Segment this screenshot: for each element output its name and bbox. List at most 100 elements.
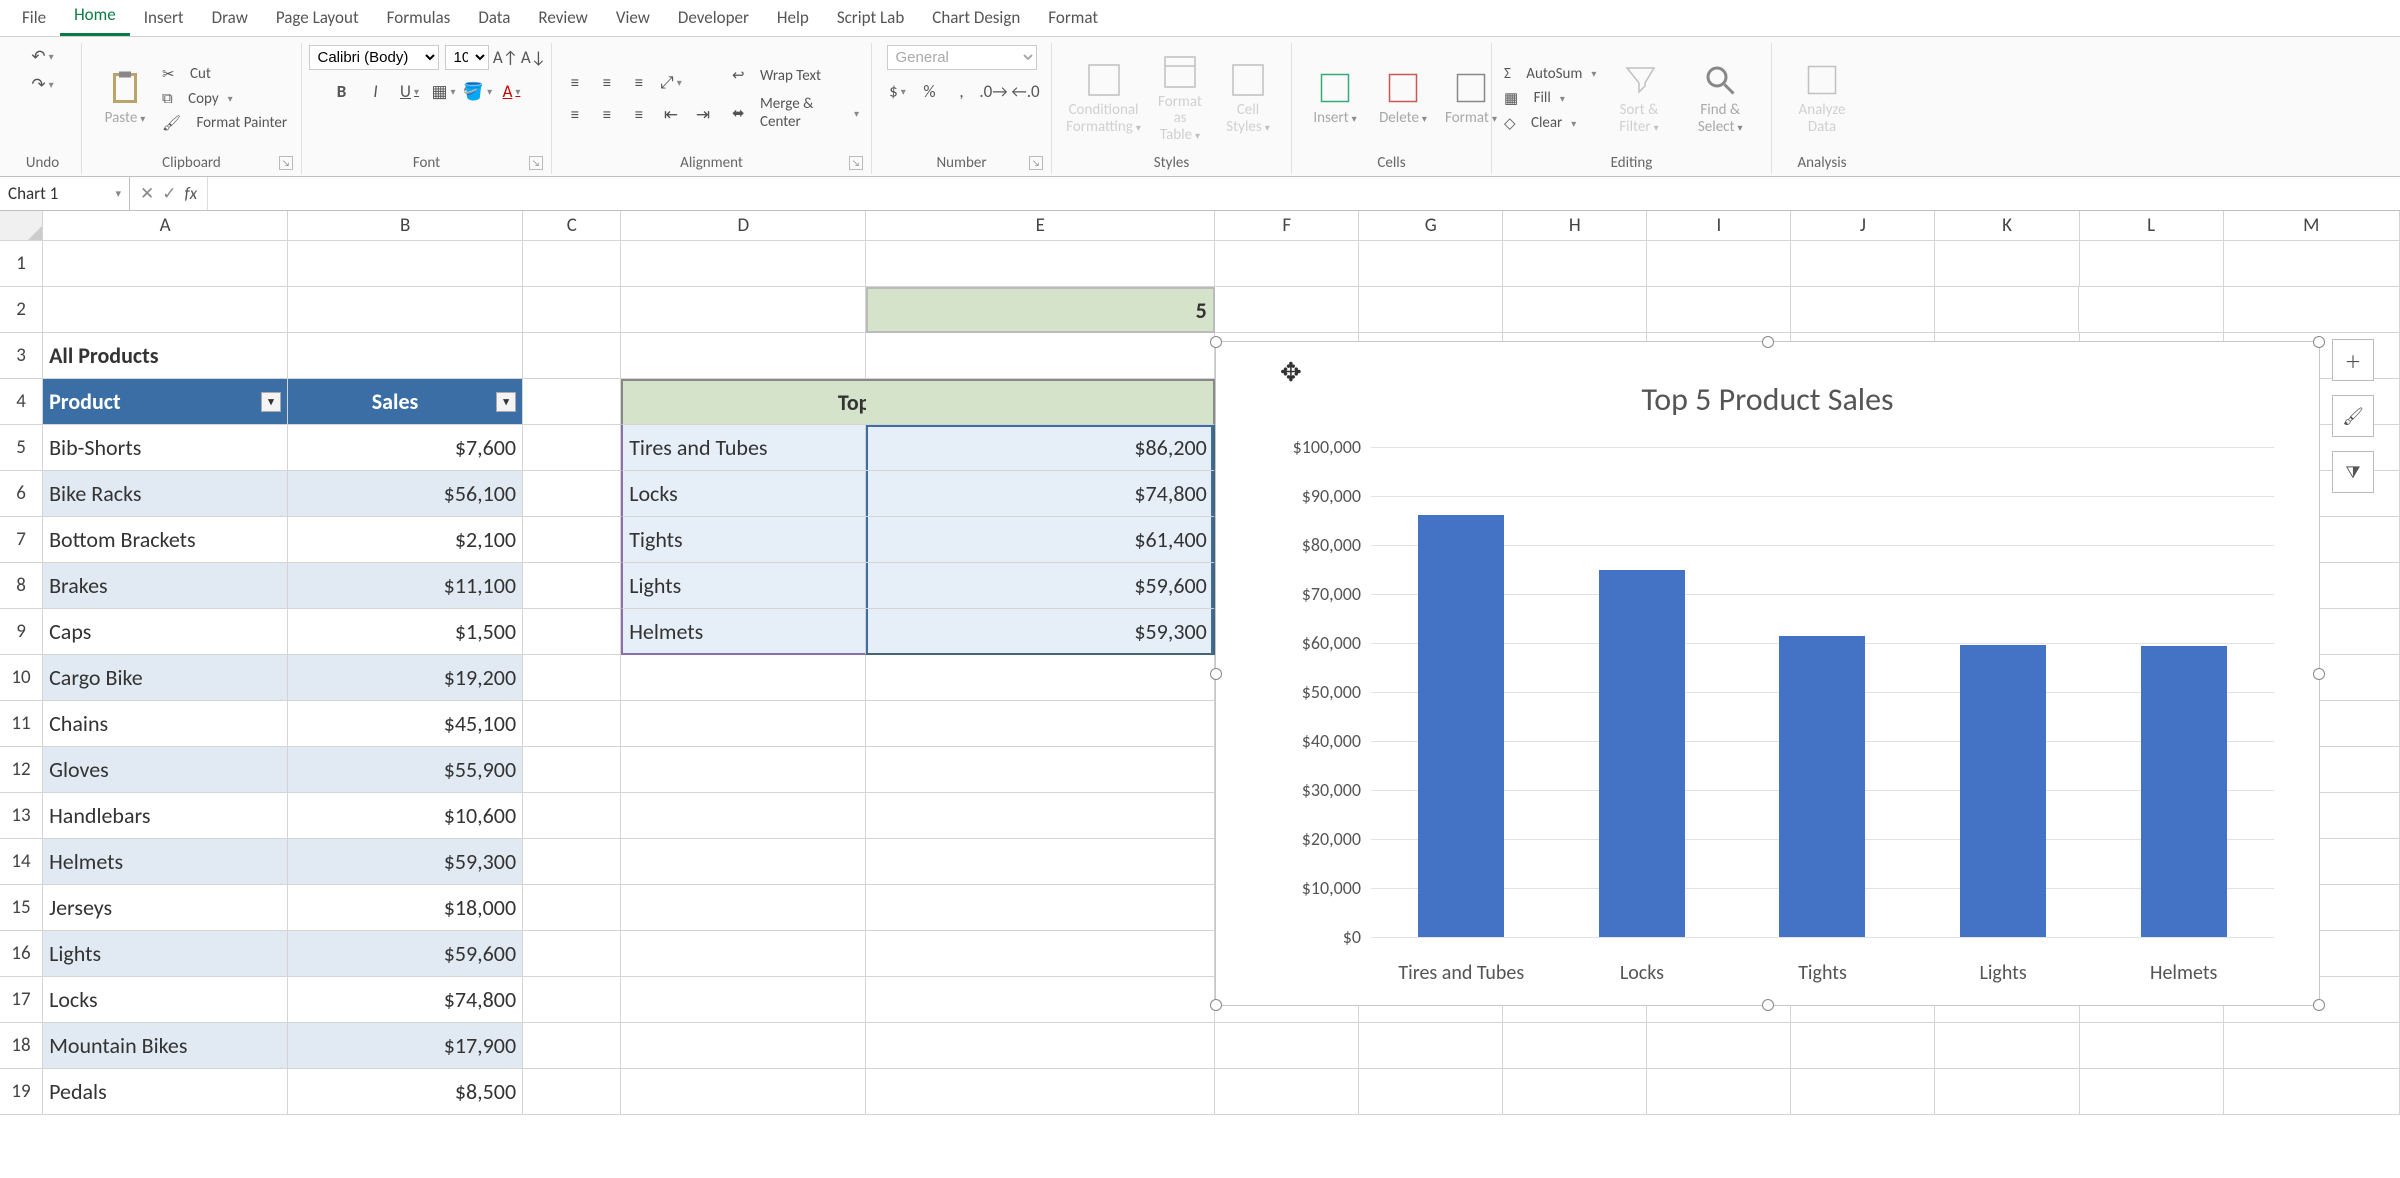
cell[interactable] [621,885,866,931]
row-header[interactable]: 18 [0,1023,43,1069]
indent-icon[interactable]: ⇥ [692,104,714,126]
outdent-icon[interactable]: ⇤ [660,104,682,126]
cell[interactable] [523,517,621,563]
cell[interactable] [621,931,866,977]
cell[interactable] [2224,1023,2400,1069]
cell[interactable] [523,1069,621,1115]
tab-view[interactable]: View [602,0,664,36]
cell[interactable]: $45,100 [288,701,523,747]
col-header-A[interactable]: A [43,211,288,241]
cell[interactable] [2080,1023,2224,1069]
tab-file[interactable]: File [8,0,60,36]
col-header-F[interactable]: F [1215,211,1359,241]
cell[interactable]: $61,400 [866,517,1215,563]
chart-handle-bl[interactable] [1210,999,1222,1011]
chart-filter-button[interactable]: ⧩ [2332,451,2374,493]
cell[interactable] [1935,1023,2079,1069]
cell[interactable] [621,977,866,1023]
row-header[interactable]: 7 [0,517,43,563]
cell[interactable]: Sales▾ [288,379,523,425]
cell[interactable] [1503,1069,1647,1115]
align-middle-icon[interactable]: ≡ [596,72,618,94]
cell[interactable]: Product▾ [43,379,288,425]
increase-font-icon[interactable]: A↑ [495,47,517,69]
cell[interactable] [621,333,866,379]
cell[interactable] [866,1069,1215,1115]
cell[interactable] [523,977,621,1023]
cell[interactable] [1791,287,1935,333]
cell[interactable]: $59,600 [288,931,523,977]
cell[interactable]: Lights [43,931,288,977]
cell[interactable]: $74,800 [288,977,523,1023]
increase-decimal-icon[interactable]: .0→ [983,80,1005,102]
cell[interactable]: $7,600 [288,425,523,471]
cell[interactable]: Handlebars [43,793,288,839]
fill-color-button[interactable]: 🪣 [467,80,489,102]
cell[interactable] [288,241,523,287]
row-header[interactable]: 2 [0,287,43,333]
col-header-G[interactable]: G [1359,211,1503,241]
fx-icon[interactable]: fx [185,183,198,204]
tab-formulas[interactable]: Formulas [373,0,465,36]
cell[interactable] [523,287,621,333]
tab-script-lab[interactable]: Script Lab [823,0,918,36]
cell[interactable] [2224,1069,2400,1115]
chart-bar[interactable] [1960,645,2046,937]
cell[interactable] [1791,241,1935,287]
cell[interactable] [866,793,1215,839]
tab-review[interactable]: Review [524,0,601,36]
chart-handle-bm[interactable] [1762,999,1774,1011]
comma-icon[interactable]: , [951,80,973,102]
format-as-table-button[interactable]: Format as Table [1149,50,1211,148]
cell[interactable]: $11,100 [288,563,523,609]
cell[interactable] [2224,241,2400,287]
cell[interactable] [1215,1023,1359,1069]
autosum-button[interactable]: Σ AutoSum [1504,65,1596,83]
cell[interactable]: Locks [43,977,288,1023]
italic-button[interactable]: I [365,80,387,102]
cell[interactable]: $2,100 [288,517,523,563]
cell[interactable]: Bib-Shorts [43,425,288,471]
decrease-decimal-icon[interactable]: ←.0 [1015,80,1037,102]
cell[interactable] [621,1023,866,1069]
cell[interactable]: 5 [866,287,1215,333]
cell[interactable] [523,241,621,287]
row-header[interactable]: 10 [0,655,43,701]
cell[interactable]: $10,600 [288,793,523,839]
cell[interactable] [523,839,621,885]
currency-icon[interactable]: $ [887,80,909,102]
cell[interactable]: Brakes [43,563,288,609]
font-color-button[interactable]: A [501,80,523,102]
cell[interactable] [43,287,288,333]
row-header[interactable]: 14 [0,839,43,885]
cell[interactable] [1215,287,1359,333]
cell[interactable] [2080,1069,2224,1115]
fill-button[interactable]: ▦ Fill [1504,89,1596,108]
cell[interactable]: Bottom Brackets [43,517,288,563]
tab-data[interactable]: Data [464,0,524,36]
chart-handle-tm[interactable] [1762,336,1774,348]
tab-help[interactable]: Help [763,0,823,36]
chart-object[interactable]: Top 5 Product Sales $0$10,000$20,000$30,… [1215,341,2320,1006]
align-left-icon[interactable]: ≡ [564,104,586,126]
cell[interactable] [866,333,1215,379]
format-painter-button[interactable]: 🖌 Format Painter [162,114,287,133]
cell[interactable] [866,977,1215,1023]
cell[interactable] [1791,1069,1935,1115]
cell[interactable] [866,885,1215,931]
cell[interactable] [523,379,621,425]
cell-styles-button[interactable]: Cell Styles [1217,58,1279,139]
col-header-D[interactable]: D [621,211,866,241]
cell[interactable]: Tires and Tubes [621,425,866,471]
col-header-M[interactable]: M [2224,211,2400,241]
cell[interactable] [288,333,523,379]
cell[interactable] [1647,241,1791,287]
cell[interactable]: Top 5 Product Sales [621,379,866,425]
formula-input[interactable] [207,177,2400,210]
cell[interactable] [523,1023,621,1069]
cell[interactable] [621,839,866,885]
cell[interactable]: $18,000 [288,885,523,931]
cell[interactable] [621,701,866,747]
cell[interactable] [523,931,621,977]
cell[interactable]: $59,300 [288,839,523,885]
